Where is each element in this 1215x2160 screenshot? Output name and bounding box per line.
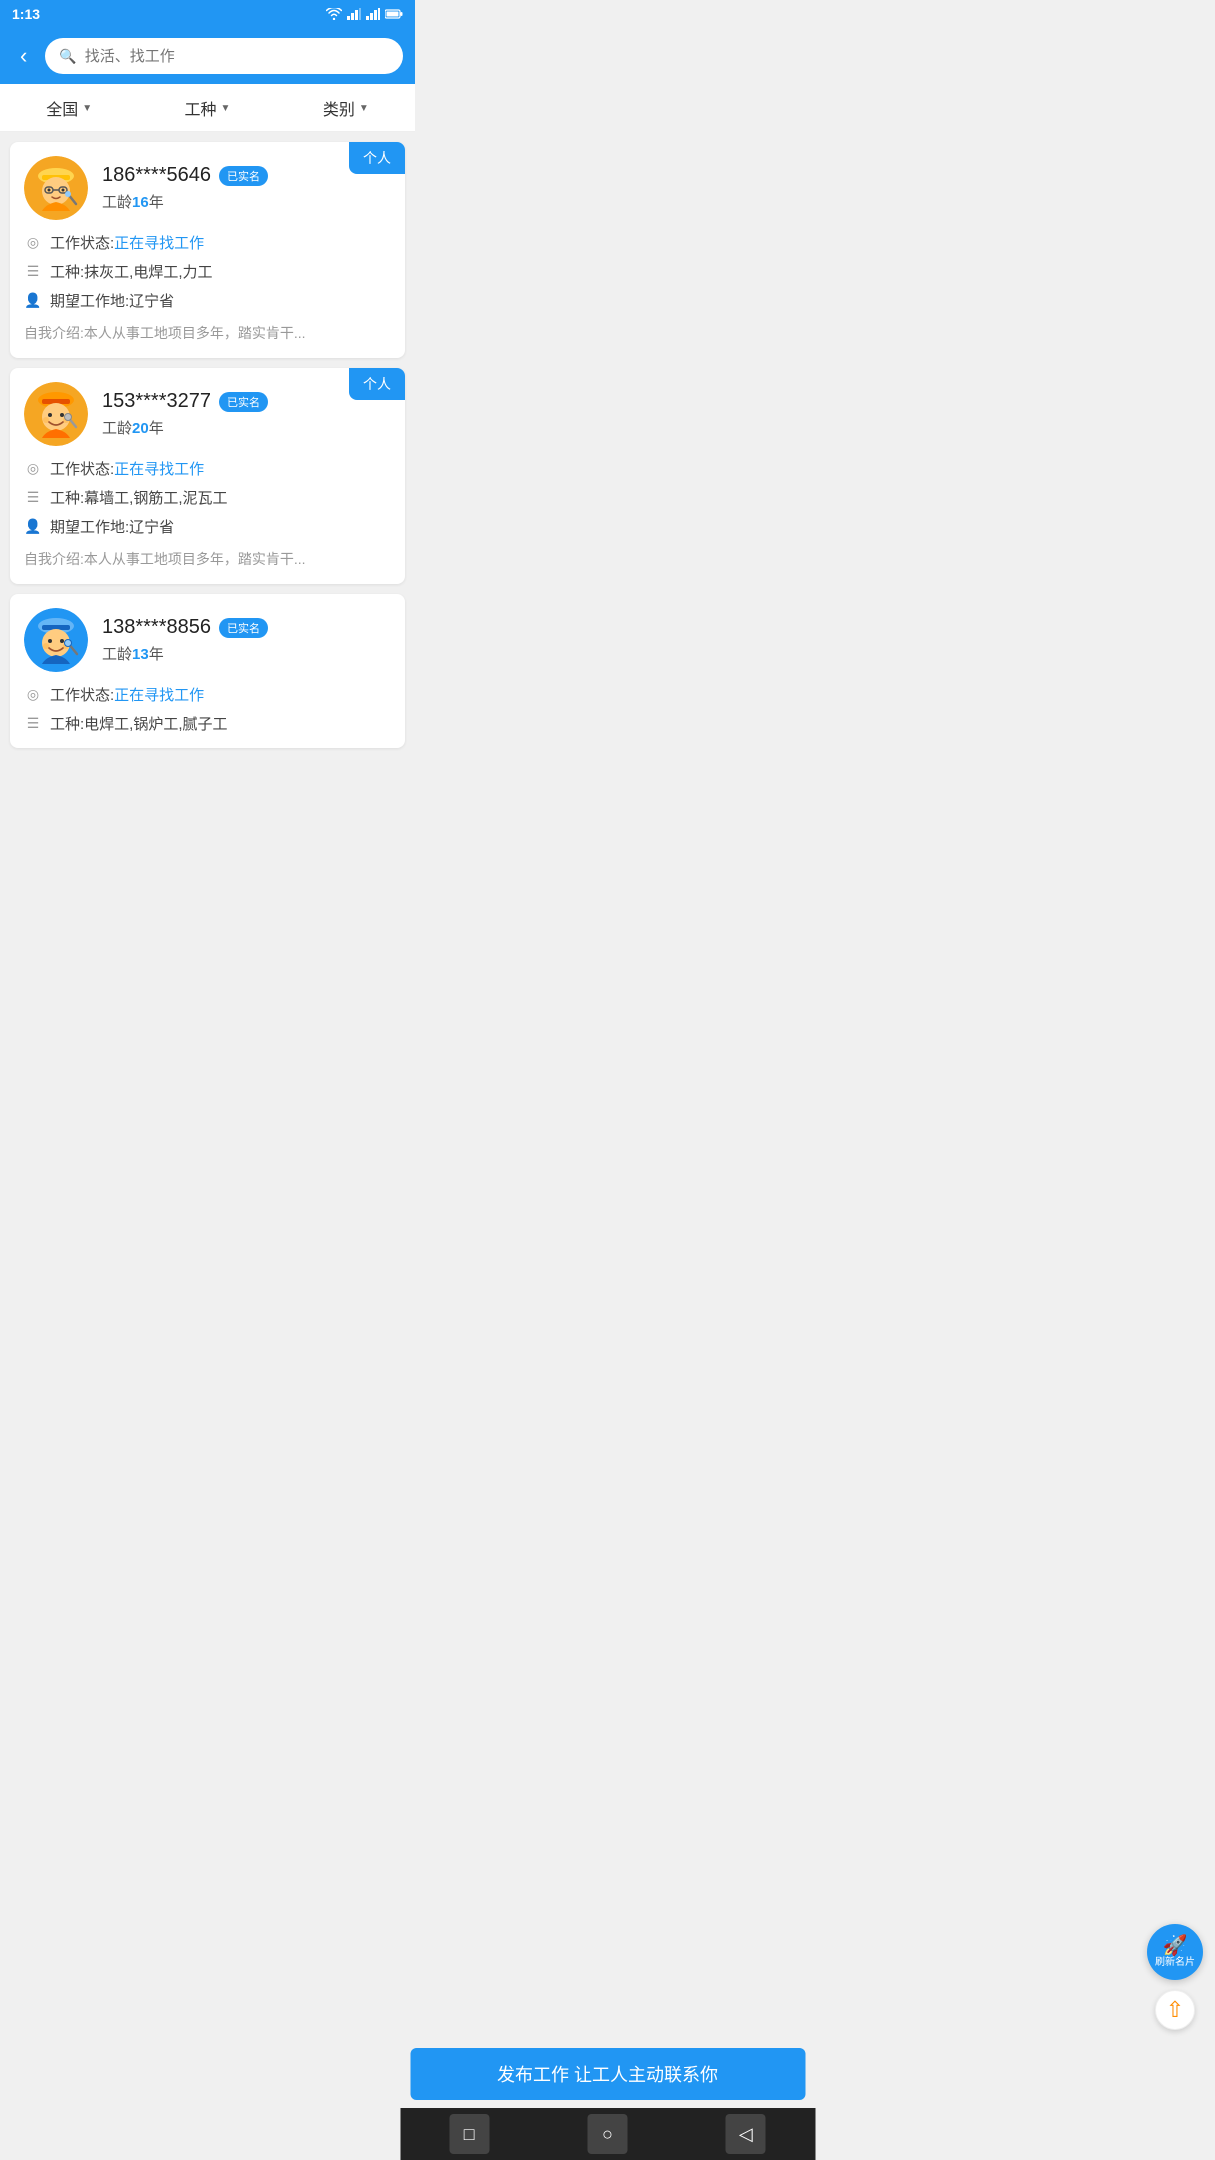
signal2-icon (366, 8, 380, 20)
card-1-jobs-row: ☰ 工种:抹灰工,电焊工,力工 (24, 261, 391, 282)
card-1-phone: 186****5646 (102, 164, 211, 187)
card-1-header: 186****5646 已实名 工龄16年 (24, 156, 391, 220)
refresh-icon: 🚀 (1163, 1936, 1188, 1956)
card-1-user-info: 186****5646 已实名 工龄16年 (102, 164, 391, 212)
filter-region-arrow: ▼ (82, 103, 92, 114)
card-3-status-value: 正在寻找工作 (114, 687, 204, 704)
card-list: 186****5646 已实名 工龄16年 个人 ◎ 工作状态:正在寻找工作 ☰… (0, 132, 415, 828)
card-3-work-years: 工龄13年 (102, 643, 391, 664)
avatar-1 (24, 156, 88, 220)
filter-category-label: 类别 (323, 96, 355, 120)
card-2-location: 期望工作地:辽宁省 (50, 516, 174, 537)
refresh-label: 刷新名片 (1155, 1956, 1195, 1969)
back-icon: ◁ (739, 2124, 753, 2145)
card-1-verified: 已实名 (219, 166, 268, 186)
filter-region[interactable]: 全国 ▼ (30, 88, 108, 128)
search-bar[interactable]: 🔍 (45, 38, 403, 74)
location-icon-2: 👤 (24, 518, 42, 535)
scroll-up-button[interactable]: ⇧ (1155, 1990, 1195, 2030)
card-3-user-info: 138****8856 已实名 工龄13年 (102, 616, 391, 664)
card-2-header: 153****3277 已实名 工龄20年 (24, 382, 391, 446)
card-2-name-row: 153****3277 已实名 (102, 390, 391, 413)
card-2-type-tag: 个人 (349, 368, 405, 400)
jobs-icon-2: ☰ (24, 489, 42, 506)
card-3-years: 13 (132, 646, 149, 663)
card-1-location: 期望工作地:辽宁省 (50, 290, 174, 311)
square-icon: □ (464, 2124, 475, 2145)
filter-job-type-arrow: ▼ (221, 103, 231, 114)
card-1-intro: 自我介绍:本人从事工地项目多年，踏实肯干... (24, 323, 391, 344)
card-1-location-row: 👤 期望工作地:辽宁省 (24, 290, 391, 311)
search-input[interactable] (85, 48, 389, 65)
up-icon: ⇧ (1166, 1997, 1184, 2023)
card-2-years: 20 (132, 420, 149, 437)
card-2-work-years: 工龄20年 (102, 417, 391, 438)
signal-icon (347, 8, 361, 20)
card-3-status-row: ◎ 工作状态:正在寻找工作 (24, 684, 391, 705)
filter-job-type-label: 工种 (185, 96, 217, 120)
nav-back-button[interactable]: ◁ (726, 2114, 766, 2154)
card-3-job-types: 工种:电焊工,锅炉工,腻子工 (50, 713, 228, 734)
card-2-status-value: 正在寻找工作 (114, 461, 204, 478)
back-button[interactable]: ‹ (12, 41, 35, 71)
battery-icon (385, 8, 403, 20)
status-icon-2: ◎ (24, 460, 42, 477)
status-icon-1: ◎ (24, 234, 42, 251)
header: ‹ 🔍 (0, 28, 415, 84)
filter-category[interactable]: 类别 ▼ (307, 88, 385, 128)
card-3-jobs-row: ☰ 工种:电焊工,锅炉工,腻子工 (24, 713, 391, 734)
card-2-verified: 已实名 (219, 392, 268, 412)
card-3-phone: 138****8856 (102, 616, 211, 639)
card-3-verified: 已实名 (219, 618, 268, 638)
card-1-status-label: 工作状态:正在寻找工作 (50, 232, 204, 253)
card-1-job-types: 工种:抹灰工,电焊工,力工 (50, 261, 213, 282)
card-1-type-tag: 个人 (349, 142, 405, 174)
circle-icon: ○ (602, 2124, 613, 2145)
card-2-user-info: 153****3277 已实名 工龄20年 (102, 390, 391, 438)
publish-button[interactable]: 发布工作 让工人主动联系你 (410, 2048, 805, 2100)
bottom-nav: □ ○ ◁ (400, 2108, 815, 2160)
nav-square-button[interactable]: □ (449, 2114, 489, 2154)
refresh-card-button[interactable]: 🚀 刷新名片 (1147, 1924, 1203, 1980)
fab-container: 🚀 刷新名片 ⇧ (1147, 1924, 1203, 2030)
filter-bar: 全国 ▼ 工种 ▼ 类别 ▼ (0, 84, 415, 132)
status-icons (326, 8, 403, 20)
card-3-name-row: 138****8856 已实名 (102, 616, 391, 639)
card-2-jobs-row: ☰ 工种:幕墙工,钢筋工,泥瓦工 (24, 487, 391, 508)
card-3-header: 138****8856 已实名 工龄13年 (24, 608, 391, 672)
card-2-location-row: 👤 期望工作地:辽宁省 (24, 516, 391, 537)
wifi-icon (326, 8, 342, 20)
card-2-job-types: 工种:幕墙工,钢筋工,泥瓦工 (50, 487, 228, 508)
nav-home-button[interactable]: ○ (587, 2114, 627, 2154)
avatar-3 (24, 608, 88, 672)
avatar-2 (24, 382, 88, 446)
filter-region-label: 全国 (46, 96, 78, 120)
worker-card-2[interactable]: 153****3277 已实名 工龄20年 个人 ◎ 工作状态:正在寻找工作 ☰… (10, 368, 405, 584)
card-1-status-row: ◎ 工作状态:正在寻找工作 (24, 232, 391, 253)
worker-card-1[interactable]: 186****5646 已实名 工龄16年 个人 ◎ 工作状态:正在寻找工作 ☰… (10, 142, 405, 358)
card-3-body: ◎ 工作状态:正在寻找工作 ☰ 工种:电焊工,锅炉工,腻子工 (24, 684, 391, 734)
card-1-body: ◎ 工作状态:正在寻找工作 ☰ 工种:抹灰工,电焊工,力工 👤 期望工作地:辽宁… (24, 232, 391, 344)
location-icon-1: 👤 (24, 292, 42, 309)
time: 1:13 (12, 6, 40, 22)
status-icon-3: ◎ (24, 686, 42, 703)
card-2-status-row: ◎ 工作状态:正在寻找工作 (24, 458, 391, 479)
card-2-body: ◎ 工作状态:正在寻找工作 ☰ 工种:幕墙工,钢筋工,泥瓦工 👤 期望工作地:辽… (24, 458, 391, 570)
card-1-years: 16 (132, 194, 149, 211)
filter-job-type[interactable]: 工种 ▼ (169, 88, 247, 128)
status-bar: 1:13 (0, 0, 415, 28)
card-1-work-years: 工龄16年 (102, 191, 391, 212)
card-1-name-row: 186****5646 已实名 (102, 164, 391, 187)
card-2-phone: 153****3277 (102, 390, 211, 413)
card-2-status-label: 工作状态:正在寻找工作 (50, 458, 204, 479)
card-1-status-value: 正在寻找工作 (114, 235, 204, 252)
worker-card-3[interactable]: 138****8856 已实名 工龄13年 ◎ 工作状态:正在寻找工作 ☰ 工种… (10, 594, 405, 748)
jobs-icon-3: ☰ (24, 715, 42, 732)
card-2-intro: 自我介绍:本人从事工地项目多年，踏实肯干... (24, 549, 391, 570)
card-3-status-label: 工作状态:正在寻找工作 (50, 684, 204, 705)
search-icon: 🔍 (59, 48, 76, 65)
publish-btn-wrap: 发布工作 让工人主动联系你 (410, 2048, 805, 2100)
filter-category-arrow: ▼ (359, 103, 369, 114)
jobs-icon-1: ☰ (24, 263, 42, 280)
